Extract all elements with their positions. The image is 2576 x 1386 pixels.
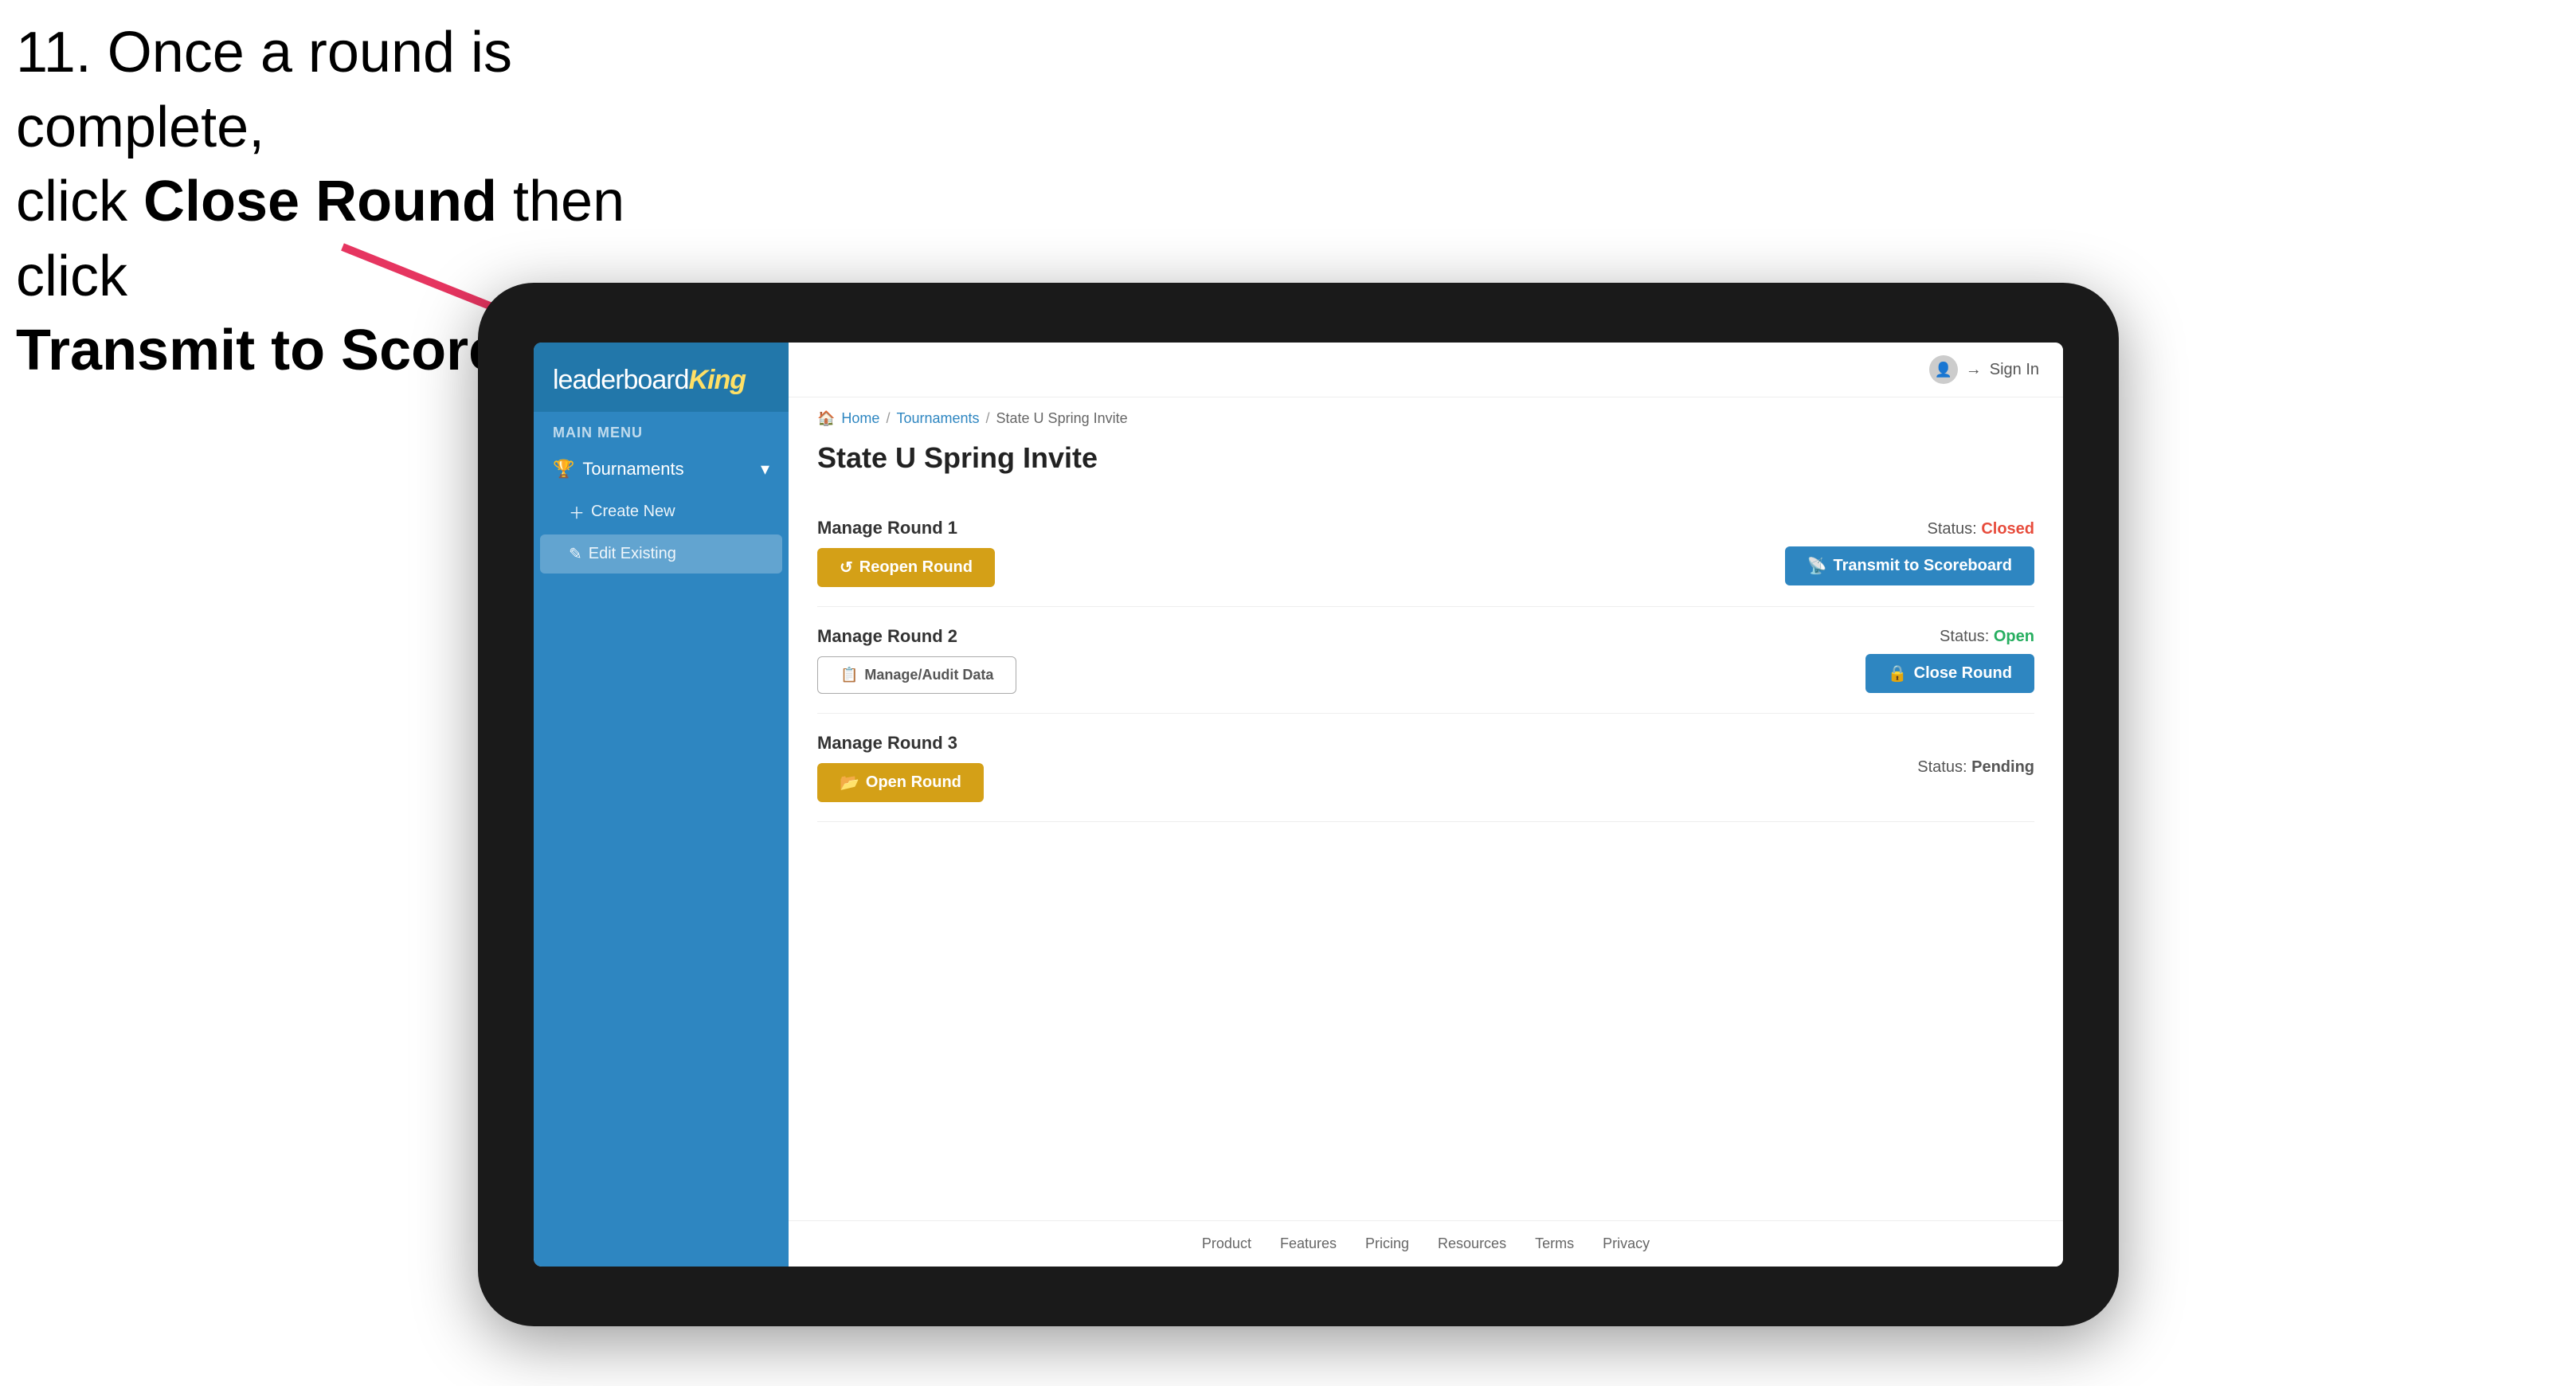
plus-icon: ＋ [569, 500, 585, 523]
reopen-round-button[interactable]: ↺ Reopen Round [817, 548, 995, 587]
app-logo: leaderboardKing [553, 365, 769, 396]
round-row-2: Manage Round 2 📋 Manage/Audit Data Statu… [817, 607, 2034, 714]
sidebar-menu-label: MAIN MENU [534, 412, 789, 448]
sidebar-logo: leaderboardKing [534, 343, 789, 412]
close-round-button[interactable]: 🔒 Close Round [1865, 654, 2034, 693]
round3-status: Status: Pending [1917, 758, 2034, 777]
round3-right: Status: Pending [1917, 758, 2034, 777]
breadcrumb: 🏠 Home / Tournaments / State U Spring In… [789, 397, 2063, 433]
round2-status: Status: Open [1940, 628, 2034, 646]
round1-status: Status: Closed [1927, 520, 2034, 538]
tablet-screen: leaderboardKing MAIN MENU 🏆 Tournaments … [534, 343, 2063, 1267]
user-avatar: 👤 [1929, 355, 1958, 384]
breadcrumb-home-link[interactable]: Home [841, 410, 879, 427]
breadcrumb-home-icon: 🏠 [817, 410, 835, 427]
instruction-line1: 11. Once a round is complete, [16, 21, 512, 159]
audit-icon: 📋 [840, 667, 858, 683]
breadcrumb-tournaments-link[interactable]: Tournaments [896, 410, 979, 427]
trophy-icon: 🏆 [553, 459, 574, 480]
footer-link-product[interactable]: Product [1202, 1235, 1251, 1252]
round3-left: Manage Round 3 📂 Open Round [817, 733, 984, 802]
edit-icon: ✎ [569, 544, 582, 564]
round3-label: Manage Round 3 [817, 733, 984, 754]
round-row-1: Manage Round 1 ↺ Reopen Round Status: Cl… [817, 499, 2034, 607]
chevron-down-icon: ▾ [761, 459, 769, 480]
sign-in-area[interactable]: 👤 → Sign In [1929, 355, 2039, 384]
open-icon: 📂 [840, 773, 859, 793]
breadcrumb-current: State U Spring Invite [996, 410, 1128, 427]
sign-in-arrow-icon: → [1966, 361, 1982, 379]
footer-link-pricing[interactable]: Pricing [1365, 1235, 1409, 1252]
app-layout: leaderboardKing MAIN MENU 🏆 Tournaments … [534, 343, 2063, 1267]
open-round-button[interactable]: 📂 Open Round [817, 763, 984, 802]
sidebar: leaderboardKing MAIN MENU 🏆 Tournaments … [534, 343, 789, 1267]
footer-link-terms[interactable]: Terms [1535, 1235, 1574, 1252]
round1-right: Status: Closed 📡 Transmit to Scoreboard [1785, 520, 2034, 585]
round3-status-value: Pending [1971, 758, 2034, 776]
round2-right: Status: Open 🔒 Close Round [1865, 628, 2034, 693]
instruction-bold1: Close Round [143, 170, 497, 233]
manage-audit-data-button[interactable]: 📋 Manage/Audit Data [817, 656, 1016, 694]
breadcrumb-sep2: / [986, 410, 990, 427]
transmit-to-scoreboard-button[interactable]: 📡 Transmit to Scoreboard [1785, 546, 2034, 585]
round-row-3: Manage Round 3 📂 Open Round Status: Pend… [817, 714, 2034, 822]
tablet-device: leaderboardKing MAIN MENU 🏆 Tournaments … [478, 283, 2119, 1326]
top-header: 👤 → Sign In [789, 343, 2063, 397]
footer-link-privacy[interactable]: Privacy [1603, 1235, 1650, 1252]
round2-status-value: Open [1994, 628, 2034, 645]
page-body: State U Spring Invite Manage Round 1 ↺ R… [789, 433, 2063, 1220]
close-icon: 🔒 [1888, 664, 1908, 683]
footer-link-resources[interactable]: Resources [1438, 1235, 1506, 1252]
page-title: State U Spring Invite [817, 441, 2034, 475]
main-content: 👤 → Sign In 🏠 Home / Tournaments / State… [789, 343, 2063, 1267]
app-footer: Product Features Pricing Resources Terms… [789, 1220, 2063, 1267]
transmit-icon: 📡 [1807, 556, 1827, 576]
breadcrumb-sep1: / [886, 410, 890, 427]
round1-status-value: Closed [1981, 520, 2034, 538]
round2-label: Manage Round 2 [817, 626, 1016, 647]
instruction-line2: click [16, 170, 143, 233]
round1-left: Manage Round 1 ↺ Reopen Round [817, 518, 995, 587]
footer-link-features[interactable]: Features [1280, 1235, 1337, 1252]
sidebar-item-create-new[interactable]: ＋ Create New [534, 491, 789, 533]
round2-left: Manage Round 2 📋 Manage/Audit Data [817, 626, 1016, 694]
round1-label: Manage Round 1 [817, 518, 995, 538]
sidebar-item-tournaments[interactable]: 🏆 Tournaments ▾ [534, 448, 789, 491]
sidebar-item-edit-existing[interactable]: ✎ Edit Existing [540, 534, 782, 574]
reopen-icon: ↺ [840, 558, 853, 578]
